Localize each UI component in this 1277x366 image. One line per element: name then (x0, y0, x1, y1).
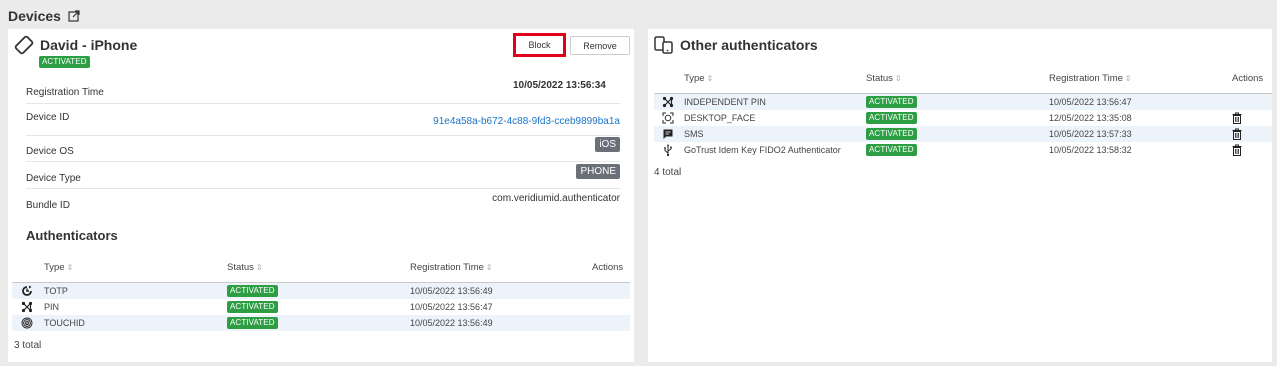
block-button[interactable]: Block (513, 33, 566, 57)
column-header-status[interactable]: Status ⇳ (227, 262, 263, 273)
registration-time: 12/05/2022 13:35:08 (1049, 113, 1132, 123)
other-authenticators-total: 4 total (654, 167, 682, 178)
device-name: David - iPhone (40, 37, 138, 53)
authenticator-type: GoTrust Idem Key FIDO2 Authenticator (684, 145, 841, 155)
table-row[interactable]: GoTrust Idem Key FIDO2 Authenticator ACT… (654, 142, 1272, 158)
table-row[interactable]: DESKTOP_FACE ACTIVATED 12/05/2022 13:35:… (654, 110, 1272, 126)
status-badge: ACTIVATED (227, 301, 278, 313)
sort-icon: ⇳ (255, 263, 263, 272)
column-header-registration-time[interactable]: Registration Time ⇳ (410, 262, 493, 273)
registration-time: 10/05/2022 13:56:47 (1049, 97, 1132, 107)
table-row[interactable]: SMS ACTIVATED 10/05/2022 13:57:33 (654, 126, 1272, 142)
device-type-row: Device Type PHONE (26, 162, 620, 189)
authenticators-total: 3 total (14, 340, 42, 351)
registration-time: 10/05/2022 13:56:47 (410, 302, 493, 312)
status-badge: ACTIVATED (866, 112, 917, 124)
table-row[interactable]: INDEPENDENT PIN ACTIVATED 10/05/2022 13:… (654, 94, 1272, 110)
devices-icon (654, 35, 674, 55)
authenticator-type: INDEPENDENT PIN (684, 97, 766, 107)
page-header: Devices (8, 6, 80, 26)
trash-icon[interactable] (1232, 126, 1242, 142)
table-row[interactable]: PIN ACTIVATED 10/05/2022 13:56:47 (12, 299, 630, 315)
authenticator-type: SMS (684, 129, 704, 139)
column-header-actions: Actions (592, 262, 624, 273)
sms-icon (662, 126, 674, 142)
fingerprint-icon (21, 315, 33, 331)
bundle-id-label: Bundle ID (26, 200, 70, 211)
column-header-actions: Actions (1232, 73, 1264, 84)
device-id-label: Device ID (26, 112, 70, 123)
trash-icon[interactable] (1232, 142, 1242, 158)
status-badge: ACTIVATED (227, 317, 278, 329)
other-authenticators-title: Other authenticators (680, 37, 818, 53)
face-scan-icon (662, 110, 674, 126)
column-header-status[interactable]: Status ⇳ (866, 73, 902, 84)
pin-icon (662, 94, 674, 110)
authenticator-type: PIN (44, 302, 60, 312)
table-row[interactable]: TOTP ACTIVATED 10/05/2022 13:56:49 (12, 283, 630, 299)
usb-icon (662, 142, 674, 158)
trash-icon[interactable] (1232, 110, 1242, 126)
authenticator-type: TOUCHID (44, 318, 85, 328)
device-os-tag: iOS (595, 137, 620, 152)
authenticator-type: DESKTOP_FACE (684, 113, 756, 123)
device-type-tag: PHONE (576, 163, 620, 179)
device-card: David - iPhone ACTIVATED Block Remove 10… (8, 29, 634, 362)
column-header-registration-time[interactable]: Registration Time ⇳ (1049, 73, 1132, 84)
sort-icon: ⇳ (894, 74, 902, 83)
registration-time: 10/05/2022 13:56:49 (410, 286, 493, 296)
authenticator-type: TOTP (44, 286, 68, 296)
sort-icon: ⇳ (66, 263, 74, 272)
device-type-label: Device Type (26, 172, 81, 184)
page-title: Devices (8, 8, 61, 24)
totp-icon (21, 283, 33, 299)
rotate-phone-icon (14, 35, 34, 55)
column-header-type[interactable]: Type ⇳ (44, 262, 73, 273)
pin-icon (21, 299, 33, 315)
table-row[interactable]: TOUCHID ACTIVATED 10/05/2022 13:56:49 (12, 315, 630, 331)
registration-time: 10/05/2022 13:58:32 (1049, 145, 1132, 155)
sort-icon: ⇳ (706, 74, 714, 83)
status-badge: ACTIVATED (866, 144, 917, 156)
registration-time-label: Registration Time (26, 87, 104, 98)
registration-time-row: Registration Time (26, 82, 620, 104)
device-os-label: Device OS (26, 146, 74, 157)
status-badge: ACTIVATED (866, 128, 917, 140)
device-os-row: Device OS iOS (26, 136, 620, 162)
status-badge: ACTIVATED (866, 96, 917, 108)
remove-button[interactable]: Remove (570, 36, 630, 55)
column-header-type[interactable]: Type ⇳ (684, 73, 713, 84)
sort-icon: ⇳ (1124, 74, 1132, 83)
other-authenticators-card: Other authenticators Type ⇳ Status ⇳ Regis… (648, 29, 1272, 362)
status-badge: ACTIVATED (227, 285, 278, 297)
device-status-badge: ACTIVATED (39, 56, 90, 68)
device-id-link[interactable]: 91e4a58a-b672-4c88-9fd3-cceb9899ba1a (433, 116, 620, 127)
registration-time: 10/05/2022 13:56:49 (410, 318, 493, 328)
device-id-row: Device ID 91e4a58a-b672-4c88-9fd3-cceb98… (26, 104, 620, 136)
registration-time: 10/05/2022 13:57:33 (1049, 129, 1132, 139)
external-link-icon[interactable] (68, 10, 80, 22)
sort-icon: ⇳ (485, 263, 493, 272)
authenticators-title: Authenticators (26, 228, 118, 243)
bundle-id-row: Bundle ID com.veridiumid.authenticator (26, 189, 620, 216)
bundle-id-value: com.veridiumid.authenticator (492, 193, 620, 204)
